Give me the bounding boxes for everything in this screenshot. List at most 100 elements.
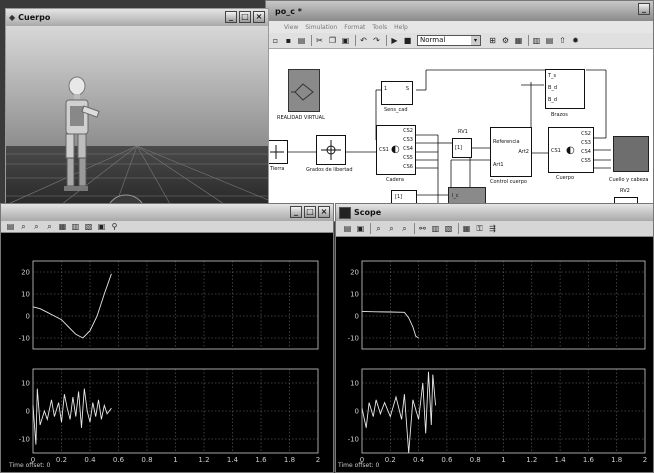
autoscale-icon[interactable]: ⚯ xyxy=(417,223,428,234)
scope-right-bottom-y-tick-label: 10 xyxy=(350,380,359,388)
scope-right-bottom-x-tick-label: 1.8 xyxy=(611,456,622,464)
up-icon[interactable]: ⇧ xyxy=(557,35,568,46)
scope-right-bottom-x-tick-label: 0.6 xyxy=(441,456,453,464)
cadera-cs5: CS5 xyxy=(403,155,413,161)
scope-right-plots: 20100-10100-100 0.2 0.4 0.6 0.8 1 1.2 1.4 1.6 1.8… xyxy=(348,260,647,464)
copy-icon[interactable]: ❐ xyxy=(327,35,338,46)
sim-mode-value: Normal xyxy=(420,36,446,44)
brazos-port-2: B_d xyxy=(548,85,558,91)
cut-icon[interactable]: ✂ xyxy=(314,35,325,46)
float-icon[interactable]: ▦ xyxy=(461,223,472,234)
stop-icon[interactable]: ■ xyxy=(402,35,413,46)
simulink-toolbar: ▫ ▪ ▤ ✂ ❐ ▣ ↶ ↷ ▶ ■ Normal ▾ ⊞ ⚙ ▦ ▥ ▤ ⇧… xyxy=(266,33,653,49)
const-block[interactable]: [1] xyxy=(391,190,417,204)
print-icon[interactable]: ▤ xyxy=(5,221,16,232)
scope-left-top-y-tick-label: 0 xyxy=(26,313,30,321)
toolbar-separator xyxy=(414,223,415,234)
vr-block[interactable] xyxy=(288,69,320,112)
rv1-block[interactable]: [1] xyxy=(452,138,472,158)
print-icon[interactable]: ▤ xyxy=(342,223,353,234)
brazos-port-1: T_s xyxy=(548,73,557,79)
model-explorer-icon[interactable]: ▦ xyxy=(513,35,524,46)
redo-icon[interactable]: ↷ xyxy=(371,35,382,46)
vr-window-title: Cuerpo xyxy=(18,13,51,22)
scope-right-bottom-y-tick-label: 0 xyxy=(355,408,359,416)
toolbar-separator xyxy=(311,35,312,46)
library-icon[interactable]: ⊞ xyxy=(487,35,498,46)
autoscale-icon[interactable]: ▦ xyxy=(57,221,68,232)
cuerpo-block[interactable]: CS1 CS2 CS3 CS4 CS5 ◐ xyxy=(548,127,594,173)
minimize-icon[interactable]: _ xyxy=(638,3,650,15)
scope-right-title: Scope xyxy=(354,208,382,217)
scope-right-bottom-x-tick-label: 1.6 xyxy=(583,456,595,464)
toolbar-separator xyxy=(355,35,356,46)
brazos-block[interactable]: T_s B_d B_d xyxy=(545,69,585,109)
scope-left-titlebar: _ □ × xyxy=(1,204,333,221)
simulink-titlebar: po_c * _ xyxy=(266,1,653,21)
zoom-y-icon[interactable]: ⌕ xyxy=(44,221,55,232)
menu-format[interactable]: Format xyxy=(344,24,365,31)
scope-left-time-offset: Time offset: 0 xyxy=(9,462,51,469)
menu-help[interactable]: Help xyxy=(394,24,408,31)
lock-icon[interactable]: ⚿ xyxy=(474,223,485,234)
rv2-label: RV2 xyxy=(620,188,630,194)
restore-axes-icon[interactable]: ▧ xyxy=(443,223,454,234)
chevron-down-icon: ▾ xyxy=(471,36,480,45)
scope-left-top-y-tick-label: 10 xyxy=(21,291,30,299)
restore-axes-icon[interactable]: ▧ xyxy=(83,221,94,232)
browser-icon[interactable]: ▥ xyxy=(531,35,542,46)
maximize-icon[interactable]: □ xyxy=(239,11,251,23)
cadera-cs1: CS1 xyxy=(379,147,389,153)
save-axes-icon[interactable]: ▥ xyxy=(430,223,441,234)
paste-icon[interactable]: ▣ xyxy=(340,35,351,46)
cadera-block[interactable]: CS1 CS2 CS3 CS4 CS5 CS6 ◐ xyxy=(376,125,416,175)
simulink-menubar: View Simulation Format Tools Help xyxy=(266,21,653,33)
scope-right-top-y-tick-label: 10 xyxy=(350,291,359,299)
sens-cad-block[interactable]: 1 S xyxy=(381,81,413,105)
menu-view[interactable]: View xyxy=(284,24,298,31)
save-icon[interactable]: ▪ xyxy=(283,35,294,46)
scope-left-bottom-x-tick-label: 1.2 xyxy=(198,456,209,464)
scope-right-top-y-tick-label: -10 xyxy=(348,335,359,343)
explorer-icon[interactable]: ▤ xyxy=(544,35,555,46)
signal-select-icon[interactable]: ⇶ xyxy=(487,223,498,234)
menu-simulation[interactable]: Simulation xyxy=(305,24,337,31)
sim-mode-select[interactable]: Normal ▾ xyxy=(417,35,481,46)
close-icon[interactable]: × xyxy=(253,11,265,23)
float-icon[interactable]: ⚲ xyxy=(109,221,120,232)
parameters-icon[interactable]: ▣ xyxy=(355,223,366,234)
undo-icon[interactable]: ↶ xyxy=(358,35,369,46)
zoom-icon[interactable]: ⌕ xyxy=(373,223,384,234)
new-icon[interactable]: ▫ xyxy=(270,35,281,46)
cuerpo-label: Cuerpo xyxy=(556,175,575,181)
zoom-x-icon[interactable]: ⌕ xyxy=(31,221,42,232)
scope-left-bottom-x-tick-label: 1 xyxy=(173,456,177,464)
menu-tools[interactable]: Tools xyxy=(372,24,387,31)
scope-right-toolbar: ▤ ▣ ⌕ ⌕ ⌕ ⚯ ▥ ▧ ▦ ⚿ ⇶ xyxy=(336,221,653,237)
save-axes-icon[interactable]: ▥ xyxy=(70,221,81,232)
cuerpo-cs4: CS4 xyxy=(581,149,591,155)
minimize-icon[interactable]: _ xyxy=(225,11,237,23)
parameters-icon[interactable]: ▣ xyxy=(96,221,107,232)
zoom-x-icon[interactable]: ⌕ xyxy=(386,223,397,234)
maximize-icon[interactable]: □ xyxy=(304,206,316,218)
play-icon[interactable]: ▶ xyxy=(389,35,400,46)
tierra-block[interactable] xyxy=(266,140,288,164)
minimize-icon[interactable]: _ xyxy=(290,206,302,218)
zoom-icon[interactable]: ⌕ xyxy=(18,221,29,232)
zoom-y-icon[interactable]: ⌕ xyxy=(399,223,410,234)
scope-right-bottom-x-tick-label: 1 xyxy=(501,456,505,464)
print-icon[interactable]: ▤ xyxy=(296,35,307,46)
sens-cad-in: 1 xyxy=(384,86,388,92)
control-cuerpo-block[interactable]: Referencia Art2 Art1 xyxy=(490,127,532,177)
grados-block[interactable] xyxy=(316,135,346,165)
cuerpo-cs1: CS1 xyxy=(551,148,561,154)
close-icon[interactable]: × xyxy=(318,206,330,218)
debug-icon[interactable]: ⚙ xyxy=(500,35,511,46)
cuello-block[interactable] xyxy=(613,136,649,172)
scope-right-top-y-tick-label: 20 xyxy=(350,269,359,277)
scope-app-icon xyxy=(339,206,351,219)
control-art2: Art2 xyxy=(518,149,529,155)
scope-right-titlebar: Scope xyxy=(336,204,653,221)
settings-icon[interactable]: ✹ xyxy=(570,35,581,46)
